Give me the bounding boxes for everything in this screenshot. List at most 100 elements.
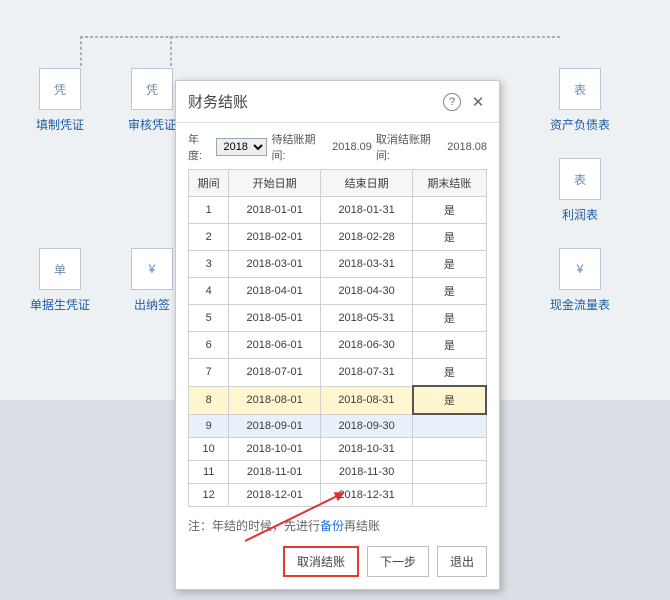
cell: 2018-09-01 bbox=[229, 414, 321, 437]
cell: 是 bbox=[413, 305, 486, 332]
cell: 是 bbox=[413, 197, 486, 224]
cell: 11 bbox=[189, 460, 229, 483]
cell: 2018-02-01 bbox=[229, 224, 321, 251]
cell: 2018-05-31 bbox=[320, 305, 412, 332]
node-cashier-sign[interactable]: ¥ 出纳签 bbox=[122, 248, 182, 313]
cell: 2018-10-31 bbox=[320, 437, 412, 460]
table-row[interactable]: 12018-01-012018-01-31是 bbox=[189, 197, 487, 224]
cancel-period-value: 2018.08 bbox=[447, 141, 487, 153]
cancel-close-button[interactable]: 取消结账 bbox=[283, 546, 359, 577]
cell: 2 bbox=[189, 224, 229, 251]
doc-icon: 单 bbox=[39, 248, 81, 290]
exit-button[interactable]: 退出 bbox=[437, 546, 487, 577]
table-row[interactable]: 62018-06-012018-06-30是 bbox=[189, 332, 487, 359]
audit-icon: 凭 bbox=[131, 68, 173, 110]
col-end: 结束日期 bbox=[320, 170, 412, 197]
node-label: 出纳签 bbox=[122, 296, 182, 313]
help-icon[interactable]: ? bbox=[443, 93, 461, 111]
node-label: 资产负债表 bbox=[550, 116, 610, 133]
year-label: 年度: bbox=[188, 131, 212, 163]
cell: 2018-12-01 bbox=[229, 483, 321, 506]
finance-close-dialog: 财务结账 ? ✕ 年度: 2018 待结账期间: 2018.09 取消结账期间:… bbox=[175, 80, 500, 590]
node-label: 审核凭证 bbox=[122, 116, 182, 133]
chart-icon: 表 bbox=[559, 158, 601, 200]
cell bbox=[413, 483, 486, 506]
close-icon[interactable]: ✕ bbox=[469, 93, 487, 111]
cancel-period-label: 取消结账期间: bbox=[376, 131, 443, 163]
sheet-icon: 表 bbox=[559, 68, 601, 110]
year-row: 年度: 2018 待结账期间: 2018.09 取消结账期间: 2018.08 bbox=[188, 131, 487, 163]
cell: 2018-04-01 bbox=[229, 278, 321, 305]
cell: 2018-01-01 bbox=[229, 197, 321, 224]
col-closed: 期末结账 bbox=[413, 170, 486, 197]
col-start: 开始日期 bbox=[229, 170, 321, 197]
table-row[interactable]: 102018-10-012018-10-31 bbox=[189, 437, 487, 460]
voucher-icon: 凭 bbox=[39, 68, 81, 110]
cell: 1 bbox=[189, 197, 229, 224]
node-label: 填制凭证 bbox=[30, 116, 90, 133]
node-audit-voucher[interactable]: 凭审核凭证 bbox=[122, 68, 182, 133]
cell bbox=[413, 437, 486, 460]
node-label: 现金流量表 bbox=[550, 296, 610, 313]
table-row[interactable]: 82018-08-012018-08-31是 bbox=[189, 386, 487, 414]
cell: 2018-03-31 bbox=[320, 251, 412, 278]
cell: 2018-04-30 bbox=[320, 278, 412, 305]
cell: 5 bbox=[189, 305, 229, 332]
cell: 是 bbox=[413, 278, 486, 305]
node-label: 利润表 bbox=[550, 206, 610, 223]
period-table: 期间 开始日期 结束日期 期末结账 12018-01-012018-01-31是… bbox=[188, 169, 487, 507]
cell: 是 bbox=[413, 386, 486, 414]
flow-line bbox=[170, 36, 172, 66]
cell: 是 bbox=[413, 359, 486, 387]
cell: 2018-01-31 bbox=[320, 197, 412, 224]
flow-line bbox=[80, 36, 560, 38]
cell: 是 bbox=[413, 332, 486, 359]
node-doc-voucher[interactable]: 单单据生凭证 bbox=[30, 248, 90, 313]
backup-link[interactable]: 备份 bbox=[320, 519, 344, 533]
sign-icon: ¥ bbox=[131, 248, 173, 290]
cell: 2018-07-01 bbox=[229, 359, 321, 387]
table-row[interactable]: 112018-11-012018-11-30 bbox=[189, 460, 487, 483]
cell: 9 bbox=[189, 414, 229, 437]
cell bbox=[413, 414, 486, 437]
cell: 2018-08-01 bbox=[229, 386, 321, 414]
cell: 10 bbox=[189, 437, 229, 460]
cell: 是 bbox=[413, 224, 486, 251]
table-row[interactable]: 72018-07-012018-07-31是 bbox=[189, 359, 487, 387]
cell: 12 bbox=[189, 483, 229, 506]
node-cashflow[interactable]: ¥现金流量表 bbox=[550, 248, 610, 313]
note-text: 注：年结的时候，先进行备份再结账 bbox=[188, 517, 487, 534]
node-balance-sheet[interactable]: 表资产负债表 bbox=[550, 68, 610, 133]
cell: 7 bbox=[189, 359, 229, 387]
table-row[interactable]: 42018-04-012018-04-30是 bbox=[189, 278, 487, 305]
cell: 2018-11-30 bbox=[320, 460, 412, 483]
cell: 6 bbox=[189, 332, 229, 359]
pending-label: 待结账期间: bbox=[271, 131, 328, 163]
node-label: 单据生凭证 bbox=[30, 296, 90, 313]
cell: 2018-06-30 bbox=[320, 332, 412, 359]
cell bbox=[413, 460, 486, 483]
cell: 4 bbox=[189, 278, 229, 305]
table-row[interactable]: 22018-02-012018-02-28是 bbox=[189, 224, 487, 251]
flow-line bbox=[80, 36, 82, 66]
cell: 是 bbox=[413, 251, 486, 278]
cell: 2018-05-01 bbox=[229, 305, 321, 332]
pending-value: 2018.09 bbox=[332, 141, 372, 153]
dialog-header: 财务结账 ? ✕ bbox=[176, 81, 499, 123]
cell: 8 bbox=[189, 386, 229, 414]
node-profit[interactable]: 表利润表 bbox=[550, 158, 610, 223]
next-button[interactable]: 下一步 bbox=[367, 546, 429, 577]
node-fill-voucher[interactable]: 凭填制凭证 bbox=[30, 68, 90, 133]
cell: 2018-08-31 bbox=[320, 386, 412, 414]
dialog-title: 财务结账 bbox=[188, 91, 248, 112]
year-select[interactable]: 2018 bbox=[216, 138, 267, 156]
cell: 3 bbox=[189, 251, 229, 278]
table-row[interactable]: 52018-05-012018-05-31是 bbox=[189, 305, 487, 332]
cell: 2018-10-01 bbox=[229, 437, 321, 460]
table-row[interactable]: 32018-03-012018-03-31是 bbox=[189, 251, 487, 278]
col-period: 期间 bbox=[189, 170, 229, 197]
cell: 2018-06-01 bbox=[229, 332, 321, 359]
table-row[interactable]: 92018-09-012018-09-30 bbox=[189, 414, 487, 437]
cell: 2018-09-30 bbox=[320, 414, 412, 437]
cell: 2018-07-31 bbox=[320, 359, 412, 387]
